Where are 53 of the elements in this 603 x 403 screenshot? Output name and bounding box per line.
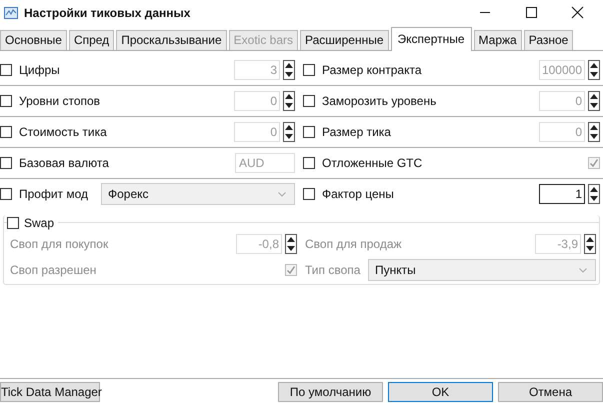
field-label: Профит мод [19,187,88,201]
field-label: Своп для покупок [10,237,108,251]
tab[interactable]: Проскальзывание [116,30,227,50]
tab[interactable]: Экспертные [390,27,472,51]
spin-button[interactable] [283,122,295,142]
spin-button[interactable] [285,234,297,254]
field-label: Размер контракта [322,63,422,77]
field-label: Заморозить уровень [322,94,436,108]
number-field[interactable]: 1 [539,184,585,204]
field-label: Фактор цены [322,187,394,201]
dialog-button[interactable]: OK [388,382,493,402]
group-label: Swap [24,216,54,230]
dialog-button[interactable]: По умолчанию [278,382,383,402]
spin-button[interactable] [588,91,600,111]
chevron-down-icon [579,268,587,272]
up-down-arrows-icon [589,61,599,79]
up-down-arrows-icon [284,123,294,141]
up-down-arrows-icon [589,92,599,110]
tick-data-manager-button[interactable]: Tick Data Manager [0,382,100,402]
tab[interactable]: Маржа [474,30,522,50]
up-down-arrows-icon [589,185,599,203]
up-down-arrows-icon [284,61,294,79]
chart-window-icon [3,4,19,20]
up-down-arrows-icon [286,235,296,253]
tab[interactable]: Разное [524,30,574,50]
checkbox[interactable] [7,217,19,229]
field-label: Базовая валюта [19,156,109,170]
field-label: Стоимость тика [19,125,107,139]
check-icon [589,158,599,168]
field-label: Размер тика [322,125,391,139]
spin-button[interactable] [588,184,600,204]
field-label: Отложенные GTC [322,156,422,170]
checkbox[interactable] [303,188,315,200]
field-label: Своп разрешен [10,263,96,277]
spin-button[interactable] [588,60,600,80]
dialog-button[interactable]: Отмена [498,382,603,402]
check-icon [286,265,296,275]
spin-button[interactable] [283,60,295,80]
tab[interactable]: Основные [0,30,67,50]
spin-button[interactable] [588,122,600,142]
up-down-arrows-icon [585,235,595,253]
up-down-arrows-icon [589,123,599,141]
field-label: Своп для продаж [305,237,402,251]
spin-button[interactable] [283,91,295,111]
field-label: Уровни стопов [19,94,100,108]
field-label: Цифры [19,63,60,77]
chevron-down-icon [278,192,286,196]
up-down-arrows-icon [284,92,294,110]
tab[interactable]: Спред [68,30,114,50]
window-title: Настройки тиковых данных [24,6,190,20]
tab[interactable]: Расширенные [300,30,389,50]
field-label: Тип свопа [305,263,360,277]
spin-button[interactable] [584,234,596,254]
